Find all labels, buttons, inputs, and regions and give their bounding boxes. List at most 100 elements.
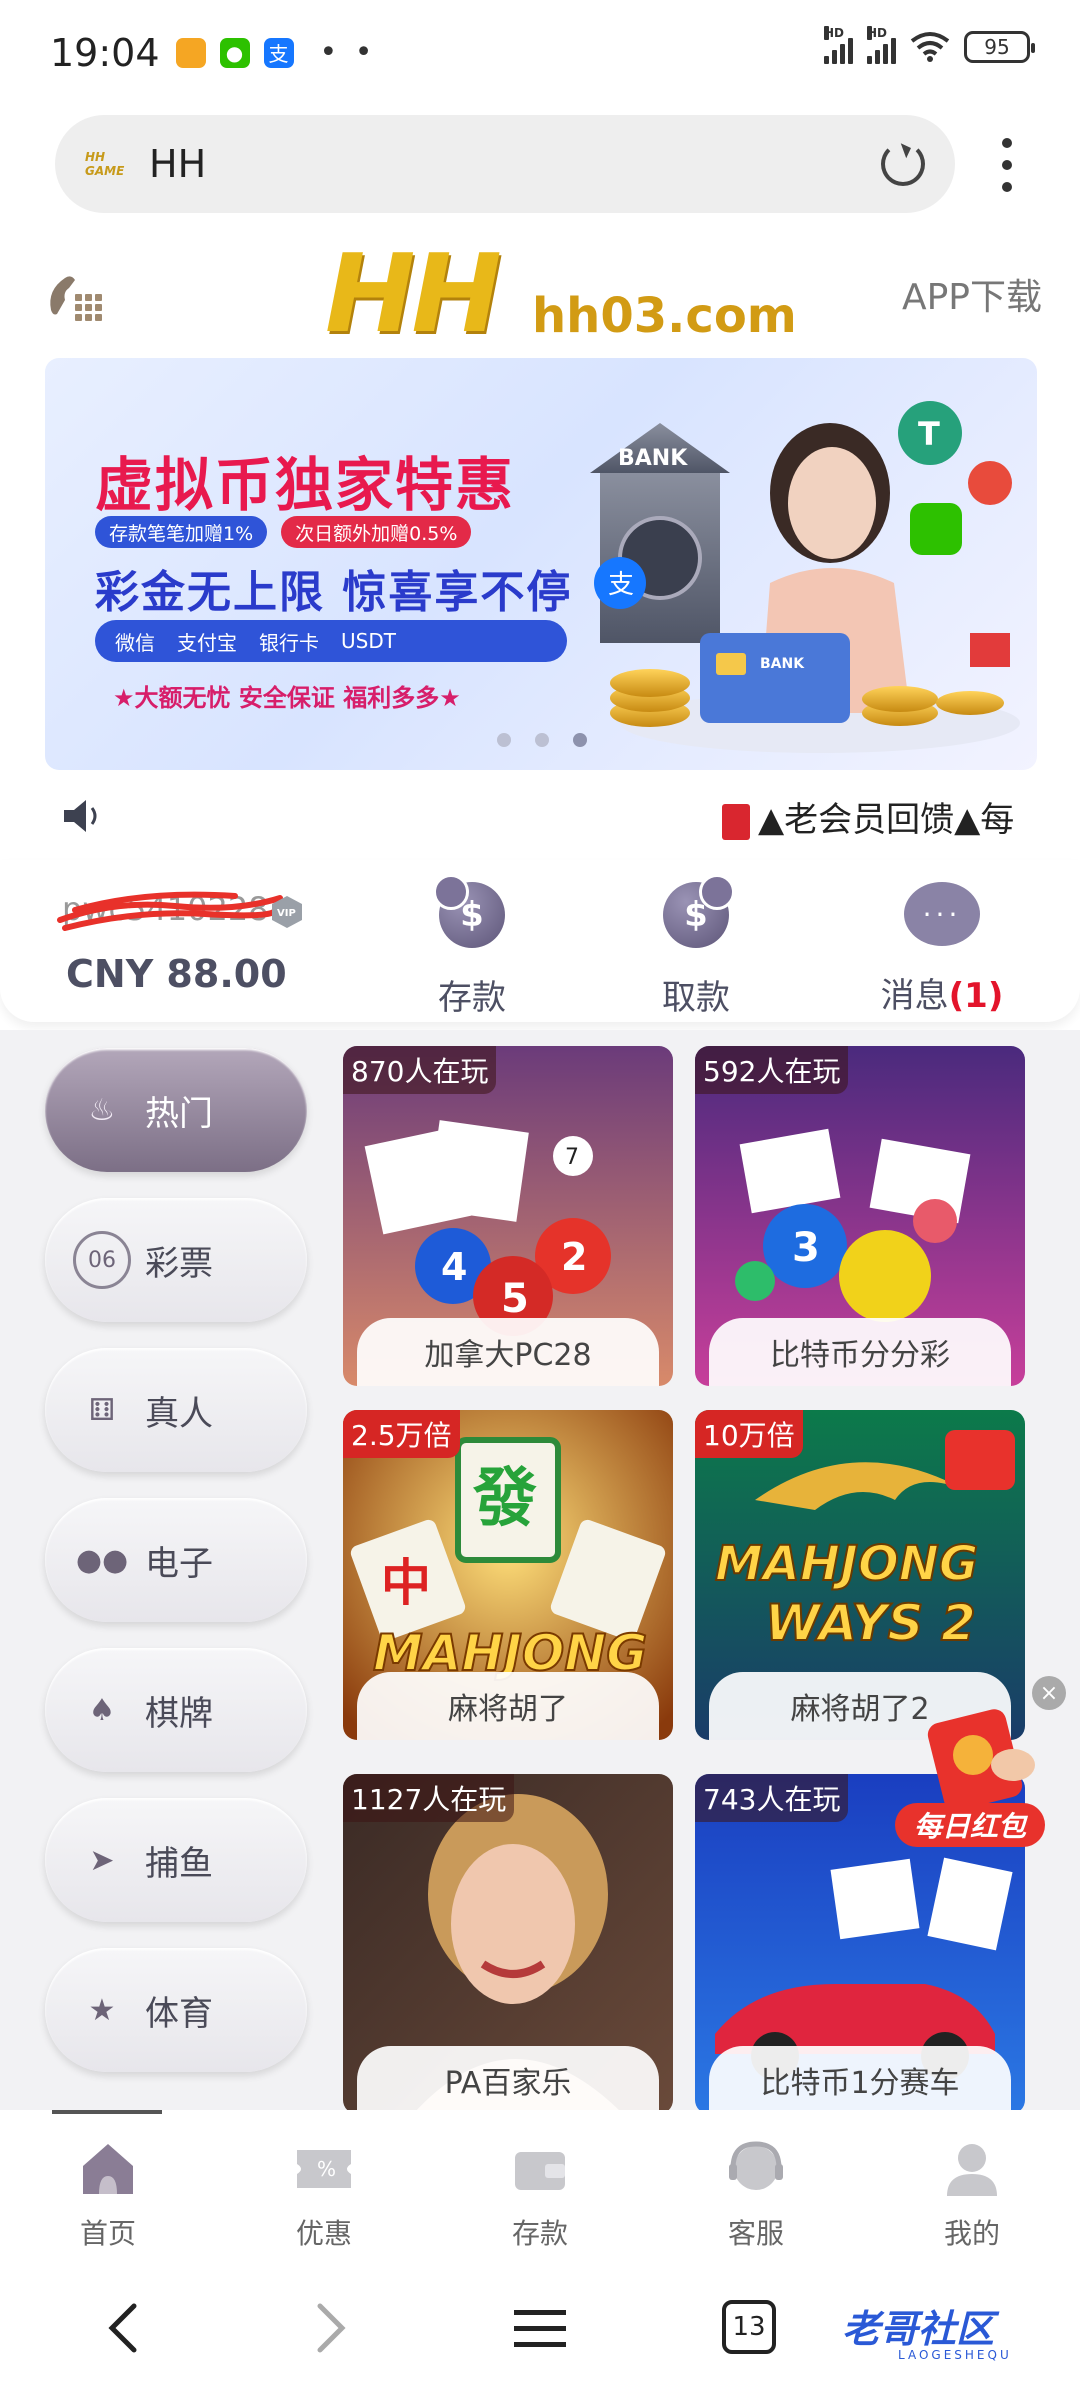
flame-icon: ♨ bbox=[88, 1092, 116, 1128]
phone-icon[interactable] bbox=[45, 270, 105, 325]
forward-icon[interactable] bbox=[300, 2298, 360, 2358]
speaker-icon bbox=[64, 800, 97, 832]
payment-alipay: 支付宝 bbox=[177, 630, 237, 655]
nav-label: 我的 bbox=[943, 2217, 1000, 2250]
game-name: 加拿大PC28 bbox=[357, 1318, 659, 1386]
svg-text:發: 發 bbox=[472, 1462, 537, 1536]
withdraw-icon: $ bbox=[663, 874, 735, 948]
lottery-ball-icon: 06 bbox=[73, 1231, 131, 1289]
withdraw-label: 取款 bbox=[662, 978, 730, 1018]
game-player-count: 870人在玩 bbox=[343, 1046, 497, 1094]
game-tile-mahjong-2[interactable]: MAHJONG WAYS 2 10万倍 麻将胡了2 bbox=[695, 1410, 1025, 1740]
alipay-app-icon: 支 bbox=[263, 37, 294, 68]
game-tile-mahjong[interactable]: 發 中 MAHJONG 2.5万倍 麻将胡了 bbox=[343, 1410, 673, 1740]
message-bubble-icon: ··· bbox=[904, 882, 980, 946]
category-sports[interactable]: ★ 体育 bbox=[45, 1948, 307, 2072]
category-hot[interactable]: ♨ 热门 bbox=[45, 1048, 307, 1172]
back-icon[interactable] bbox=[94, 2298, 154, 2358]
site-logo[interactable]: HH bbox=[325, 240, 502, 350]
carousel-dots[interactable] bbox=[497, 733, 587, 747]
carousel-dot-active[interactable] bbox=[573, 733, 587, 747]
game-tile-bitcoin-lottery[interactable]: 3 592人在玩 比特币分分彩 bbox=[695, 1046, 1025, 1386]
watermark-logo: 老哥社区 bbox=[842, 2307, 995, 2351]
category-cards[interactable]: ♠ 棋牌 bbox=[45, 1648, 307, 1772]
messages-button[interactable]: ··· 消息(1) bbox=[852, 882, 1032, 1017]
deposit-button[interactable]: $ 存款 bbox=[402, 874, 542, 1019]
category-label: 棋牌 bbox=[145, 1693, 213, 1734]
nav-label: 首页 bbox=[79, 2217, 136, 2250]
category-fishing[interactable]: ➤ 捕鱼 bbox=[45, 1798, 307, 1922]
banner-illustration: BANK 支 T BANK bbox=[590, 401, 1020, 753]
notice-marquee[interactable]: ▲老会员回馈▲每 bbox=[722, 792, 1014, 841]
nav-home[interactable]: 首页 bbox=[0, 2110, 216, 2270]
category-label: 电子 bbox=[145, 1543, 213, 1584]
banner-title: 虚拟币独家特惠 bbox=[95, 451, 516, 519]
trophy-icon: ★ bbox=[88, 1992, 116, 2028]
banner-pills: 存款笔笔加赠1% 次日额外加赠0.5% bbox=[95, 516, 472, 548]
carousel-dot[interactable] bbox=[535, 733, 549, 747]
status-bar: 19:04 ● 支 • • HD HD 95 bbox=[0, 0, 1080, 105]
url-text[interactable]: HH bbox=[149, 142, 881, 186]
game-tile-pc28[interactable]: 4 2 5 7 870人在玩 加拿大PC28 bbox=[343, 1046, 673, 1386]
svg-text:3: 3 bbox=[792, 1225, 820, 1271]
carousel-dot[interactable] bbox=[497, 733, 511, 747]
address-bar[interactable]: HH GAME HH bbox=[55, 115, 955, 213]
site-domain: hh03.com bbox=[532, 288, 797, 344]
banner-pill-next-day-bonus: 次日额外加赠0.5% bbox=[281, 516, 472, 548]
svg-text:%: % bbox=[317, 2157, 336, 2181]
category-label: 热门 bbox=[145, 1093, 213, 1134]
notice-text: ▲老会员回馈▲每 bbox=[758, 800, 1015, 840]
balance: CNY 88.00 bbox=[66, 952, 287, 996]
svg-text:7: 7 bbox=[565, 1145, 579, 1170]
signal-2-icon: HD bbox=[867, 26, 896, 64]
nav-promotions[interactable]: % 优惠 bbox=[216, 2110, 432, 2270]
notice-bar[interactable]: ▲老会员回馈▲每 bbox=[0, 780, 1080, 850]
app-download-link[interactable]: APP下载 bbox=[902, 268, 1042, 320]
game-tile-baccarat[interactable]: 1127人在玩 PA百家乐 bbox=[343, 1774, 673, 2114]
bottom-nav: 首页 % 优惠 存款 客服 我的 bbox=[0, 2110, 1080, 2270]
category-lottery[interactable]: 06 彩票 bbox=[45, 1198, 307, 1322]
menu-icon[interactable] bbox=[510, 2298, 570, 2358]
svg-text:中: 中 bbox=[381, 1554, 431, 1612]
promo-banner[interactable]: 虚拟币独家特惠 存款笔笔加赠1% 次日额外加赠0.5% 彩金无上限 惊喜享不停 … bbox=[45, 358, 1037, 770]
category-live[interactable]: ⚅ 真人 bbox=[45, 1348, 307, 1472]
playing-cards-icon: ♠ bbox=[88, 1692, 116, 1728]
category-label: 体育 bbox=[145, 1993, 213, 2034]
nav-customer-service[interactable]: 客服 bbox=[648, 2110, 864, 2270]
browser-menu-icon[interactable] bbox=[997, 138, 1017, 192]
game-name: PA百家乐 bbox=[357, 2046, 659, 2114]
wifi-icon bbox=[910, 32, 950, 62]
nav-deposit[interactable]: 存款 bbox=[432, 2110, 648, 2270]
category-label: 真人 bbox=[145, 1393, 213, 1434]
close-icon[interactable]: × bbox=[1032, 1676, 1066, 1710]
svg-text:5: 5 bbox=[501, 1276, 529, 1322]
signal-1-icon: HD bbox=[824, 26, 853, 64]
tabs-button[interactable]: 13 bbox=[722, 2300, 776, 2354]
profile-icon bbox=[947, 2144, 997, 2196]
signal-2-hd-label: HD bbox=[867, 26, 888, 40]
site-favicon: HH GAME bbox=[85, 150, 125, 178]
red-packet-icon bbox=[927, 1709, 1035, 1811]
withdraw-button[interactable]: $ 取款 bbox=[626, 874, 766, 1019]
status-time: 19:04 bbox=[50, 30, 160, 75]
game-player-count: 743人在玩 bbox=[695, 1774, 849, 1822]
nav-profile[interactable]: 我的 bbox=[864, 2110, 1080, 2270]
svg-text:支: 支 bbox=[608, 570, 634, 600]
payment-wechat: 微信 bbox=[115, 630, 155, 655]
game-name: 比特币1分赛车 bbox=[709, 2046, 1011, 2114]
red-envelope-icon bbox=[722, 803, 750, 840]
category-label: 彩票 bbox=[145, 1243, 213, 1284]
site-header: HH hh03.com APP下载 bbox=[0, 240, 1080, 350]
svg-text:BANK: BANK bbox=[760, 656, 805, 672]
fish-icon: ➤ bbox=[89, 1842, 115, 1878]
nav-label: 客服 bbox=[727, 2217, 784, 2250]
dice-icon: ⚅ bbox=[88, 1392, 116, 1428]
more-notifications-icon: • • bbox=[319, 35, 377, 70]
status-indicators: HD HD 95 bbox=[824, 26, 1035, 64]
signal-1-hd-label: HD bbox=[824, 26, 845, 40]
vip-badge-icon: VIP bbox=[272, 896, 302, 928]
reload-icon[interactable] bbox=[881, 142, 925, 186]
category-slots[interactable]: ●● 电子 bbox=[45, 1498, 307, 1622]
daily-red-packet[interactable]: 每日红包 bbox=[895, 1705, 1075, 1855]
banner-pill-deposit-bonus: 存款笔笔加赠1% bbox=[95, 516, 268, 548]
